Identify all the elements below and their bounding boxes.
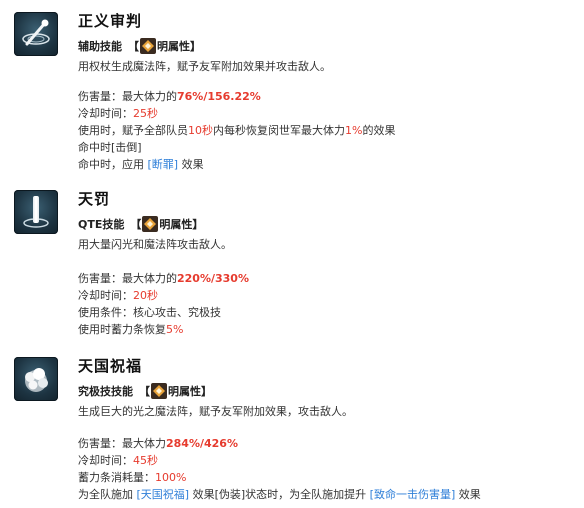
damage-label: 伤害量： <box>78 90 122 103</box>
use-prefix: 使用时，赋予全部队员 <box>78 124 188 137</box>
cooldown-value: 20秒 <box>133 289 158 302</box>
damage-value: 76%/156.22% <box>177 90 261 103</box>
cooldown-value: 45秒 <box>133 454 158 467</box>
staff-judgment-icon <box>14 12 58 56</box>
skill-description: 用权杖生成魔法阵，赋予友军附加效果并攻击敌人。 <box>78 60 331 73</box>
bracket-open: 【 <box>128 40 139 53</box>
skill-name: 天罚 <box>78 190 111 208</box>
bracket-open: 【 <box>139 385 150 398</box>
use-duration: 10秒 <box>188 124 213 137</box>
team-mid: 效果[伪装]状态时，为全队施加提升 <box>189 488 370 501</box>
team-prefix: 为全队施加 <box>78 488 137 501</box>
cooldown-label: 冷却时间： <box>78 107 133 120</box>
skill-type-row: QTE技能 【 明属性 】 <box>78 216 203 232</box>
light-attribute-icon <box>142 216 159 232</box>
apply-prefix: 命中时，应用 <box>78 158 148 171</box>
bracket-close: 】 <box>201 385 212 398</box>
apply-suffix: 效果 <box>178 158 204 171</box>
cooldown-row: 冷却时间：45秒 <box>78 452 481 469</box>
use-heal-value: 1% <box>345 124 363 137</box>
damage-prefix: 最大体力的 <box>122 90 177 103</box>
skill-type: 究极技技能 <box>78 385 133 398</box>
use-mid: 内每秒恢复闵世军最大体力 <box>213 124 345 137</box>
use-suffix: 的效果 <box>362 124 396 137</box>
gauge-prefix: 使用时蓄力条恢复 <box>78 323 166 336</box>
cooldown-value: 25秒 <box>133 107 158 120</box>
skill-stats: 伤害量：最大体力的220%/330% 冷却时间：20秒 使用条件：核心攻击、究极… <box>78 270 249 338</box>
skill-description: 用大量闪光和魔法阵攻击敌人。 <box>78 238 232 251</box>
skill-attribute: 明属性 <box>157 40 190 53</box>
gauge-cost-row: 蓄力条消耗量：100% <box>78 469 481 486</box>
apply-row: 命中时，应用 [断罪] 效果 <box>78 156 395 173</box>
damage-row: 伤害量：最大体力284%/426% <box>78 435 481 452</box>
damage-value: 220%/330% <box>177 272 249 285</box>
heaven-blessing-link[interactable]: [天国祝福] <box>137 488 190 501</box>
skill-name: 天国祝福 <box>78 357 143 375</box>
gauge-value: 100% <box>155 471 187 484</box>
team-effect-row: 为全队施加 [天国祝福] 效果[伪装]状态时，为全队施加提升 [致命一击伤害量]… <box>78 486 481 503</box>
damage-label: 伤害量： <box>78 437 122 450</box>
skill-type: 辅助技能 <box>78 40 122 53</box>
bracket-close: 】 <box>192 218 204 231</box>
gauge-row: 使用时蓄力条恢复5% <box>78 321 249 338</box>
heaven-blessing-icon <box>14 357 58 401</box>
gauge-label: 蓄力条消耗量： <box>78 471 155 484</box>
skill-name: 正义审判 <box>78 12 143 30</box>
hit-effect-row: 命中时[击倒] <box>78 141 142 154</box>
team-suffix: 效果 <box>455 488 481 501</box>
crit-damage-link[interactable]: [致命一击伤害量] <box>370 488 456 501</box>
skill-description: 生成巨大的光之魔法阵，赋予友军附加效果，攻击敌人。 <box>78 405 353 418</box>
damage-value: 284%/426% <box>166 437 238 450</box>
cooldown-row: 冷却时间：20秒 <box>78 287 249 304</box>
light-attribute-icon <box>151 383 167 399</box>
cooldown-row: 冷却时间：25秒 <box>78 105 395 122</box>
cooldown-label: 冷却时间： <box>78 289 133 302</box>
light-pillar-icon <box>14 190 58 234</box>
skill-attribute: 明属性 <box>168 385 201 398</box>
cooldown-label: 冷却时间： <box>78 454 133 467</box>
skill-type: QTE技能 <box>78 218 125 231</box>
gauge-value: 5% <box>166 323 184 336</box>
condition-row: 使用条件：核心攻击、究极技 <box>78 306 221 319</box>
skill-stats: 伤害量：最大体力284%/426% 冷却时间：45秒 蓄力条消耗量：100% 为… <box>78 435 481 503</box>
condemn-link[interactable]: [断罪] <box>148 158 179 171</box>
damage-label: 伤害量： <box>78 272 122 285</box>
damage-prefix: 最大体力的 <box>122 272 177 285</box>
skill-type-row: 辅助技能 【 明属性 】 <box>78 38 201 54</box>
skill-type-row: 究极技技能 【 明属性 】 <box>78 383 212 399</box>
damage-row: 伤害量：最大体力的76%/156.22% <box>78 88 395 105</box>
skill-stats: 伤害量：最大体力的76%/156.22% 冷却时间：25秒 使用时，赋予全部队员… <box>78 88 395 173</box>
damage-row: 伤害量：最大体力的220%/330% <box>78 270 249 287</box>
skill-attribute: 明属性 <box>159 218 193 231</box>
bracket-open: 【 <box>130 218 142 231</box>
bracket-close: 】 <box>190 40 201 53</box>
damage-prefix: 最大体力 <box>122 437 166 450</box>
use-effect-row: 使用时，赋予全部队员10秒内每秒恢复闵世军最大体力1%的效果 <box>78 122 395 139</box>
light-attribute-icon <box>140 38 156 54</box>
